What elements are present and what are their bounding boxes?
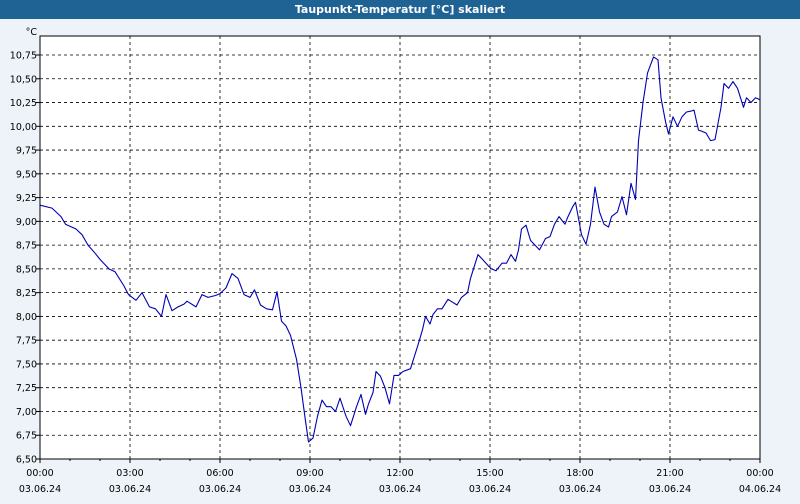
y-tick-label: 9,50	[16, 169, 37, 180]
x-tick-label-date: 03.06.24	[649, 484, 691, 495]
x-tick-label-date: 03.06.24	[19, 484, 61, 495]
y-tick-label: 7,00	[16, 407, 37, 418]
y-tick-label: 10,00	[10, 122, 37, 133]
x-tick-label-date: 03.06.24	[109, 484, 151, 495]
x-tick-label-date: 03.06.24	[379, 484, 421, 495]
y-tick-label: 7,75	[16, 336, 37, 347]
y-tick-label: 8,75	[16, 241, 37, 252]
x-tick-label-time: 12:00	[386, 468, 413, 479]
y-tick-label: 6,75	[16, 431, 37, 442]
y-axis-unit-label: °C	[26, 27, 38, 38]
y-tick-label: 6,50	[16, 455, 37, 466]
x-tick-label-time: 21:00	[656, 468, 683, 479]
x-tick-label-time: 03:00	[116, 468, 143, 479]
y-tick-label: 10,50	[10, 74, 37, 85]
x-tick-label-date: 04.06.24	[739, 484, 781, 495]
chart-title: Taupunkt-Temperatur [°C] skaliert	[0, 0, 800, 19]
y-tick-label: 7,50	[16, 359, 37, 370]
x-tick-label-date: 03.06.24	[289, 484, 331, 495]
y-tick-label: 8,50	[16, 264, 37, 275]
x-tick-label-time: 00:00	[746, 468, 773, 479]
x-tick-label-time: 15:00	[476, 468, 503, 479]
x-tick-label-time: 18:00	[566, 468, 593, 479]
y-tick-label: 9,25	[16, 193, 37, 204]
x-tick-label-time: 06:00	[206, 468, 233, 479]
chart-frame: 6,50 6,75 7,00 7,25 7,50 7,75 8,00 8,25 8,50 8,75…	[0, 19, 800, 500]
x-tick-label-date: 03.06.24	[469, 484, 511, 495]
x-tick-label-time: 09:00	[296, 468, 323, 479]
y-tick-label: 9,00	[16, 217, 37, 228]
y-tick-label: 7,25	[16, 383, 37, 394]
chart-window: Taupunkt-Temperatur [°C] skaliert 6,50 6,…	[0, 0, 800, 500]
y-tick-label: 8,25	[16, 288, 37, 299]
x-tick-label-time: 00:00	[26, 468, 53, 479]
y-tick-label: 10,25	[10, 98, 37, 109]
y-tick-label: 9,75	[16, 146, 37, 157]
line-chart: 6,50 6,75 7,00 7,25 7,50 7,75 8,00 8,25 8,50 8,75…	[10, 27, 781, 495]
x-tick-label-date: 03.06.24	[199, 484, 241, 495]
y-tick-label: 10,75	[10, 51, 37, 62]
y-tick-label: 8,00	[16, 312, 37, 323]
x-tick-label-date: 03.06.24	[559, 484, 601, 495]
